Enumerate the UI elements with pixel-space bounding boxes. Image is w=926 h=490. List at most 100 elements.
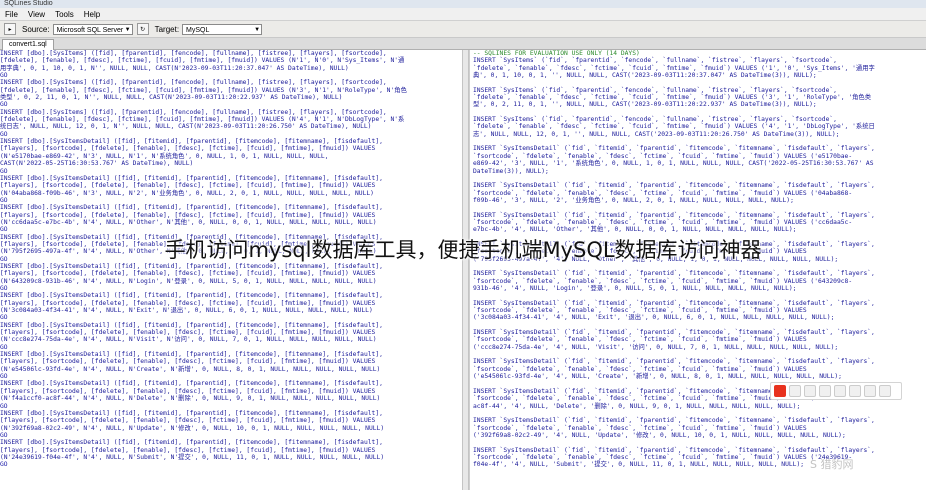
pane-splitter[interactable] — [462, 50, 469, 490]
code-line: 统日志', NULL, NULL, 12, 0, 1, N'', NULL, N… — [0, 123, 372, 131]
code-line: [fdelete], [fenable], [fdesc], [fctime],… — [0, 57, 405, 65]
code-line: `fdelete`, `fenable`, `fdesc`, `fctime`,… — [473, 64, 875, 72]
code-line: `fsortcode`, `fdelete`, `fenable`, `fdes… — [473, 336, 807, 344]
ime-toolbar[interactable] — [770, 382, 902, 400]
code-line: ('3c084a03-4f34-41', '4', NULL, 'Exit', … — [473, 314, 835, 322]
code-line: GO — [0, 343, 8, 351]
code-line: `fsortcode`, `fdelete`, `fenable`, `fdes… — [473, 189, 853, 197]
window-title-bar: SQLines Studio — [0, 0, 926, 8]
source-label: Source: — [22, 24, 50, 34]
code-line: INSERT `SysItemsDetail` (`fid`, `fitemid… — [473, 358, 875, 366]
code-line: GO — [0, 402, 8, 410]
code-line: (N'cc6daa5c-e7bc-4b', N'4', NULL, N'Othe… — [0, 218, 377, 226]
code-line: INSERT [dbo].[SysItems] ([fid], [fparent… — [0, 79, 387, 87]
chevron-down-icon: ▼ — [254, 26, 261, 33]
code-line: INSERT `SysItemsDetail` (`fid`, `fitemid… — [473, 211, 875, 219]
source-dialect-select[interactable]: Microsoft SQL Server ▼ — [52, 23, 133, 35]
code-line: INSERT [dbo].[SysItemsDetail] ([fid], [f… — [0, 321, 383, 329]
emoji-icon[interactable] — [819, 385, 831, 397]
code-line: GO — [0, 130, 8, 138]
code-line: ('392f69a8-02c2-49', '4', NULL, 'Update'… — [473, 431, 846, 439]
target-editor[interactable]: -- SQLINES FOR EVALUATION USE ONLY (14 D… — [469, 50, 926, 490]
sogou-logo-icon — [774, 385, 786, 397]
code-line: ('795f2695-497a-4f', '4', NULL, 'Other',… — [473, 255, 839, 263]
code-line: f09b-46', '3', NULL, '2', '业务角色', 0, NUL… — [473, 196, 794, 204]
voice-icon[interactable] — [834, 385, 846, 397]
menu-view[interactable]: View — [23, 10, 50, 19]
code-line: (N'3c084a03-4f34-41', N'4', NULL, N'Exit… — [0, 307, 373, 315]
target-dialect-select[interactable]: MySQL ▼ — [182, 23, 263, 35]
code-line: INSERT [dbo].[SysItemsDetail] ([fid], [f… — [0, 439, 383, 447]
menu-help[interactable]: Help — [79, 10, 105, 19]
convert-icon[interactable]: ↻ — [136, 23, 149, 35]
code-line: ('ccc8e274-75da-4e', '4', NULL, 'Visit',… — [473, 343, 839, 351]
code-line: f04e-4f', '4', NULL, 'Submit', '提交', 0, … — [473, 461, 805, 469]
skin-icon[interactable] — [864, 385, 876, 397]
chinese-mode-icon[interactable] — [789, 385, 801, 397]
code-line: [flayers], [fsortcode], [fdelete], [fena… — [0, 211, 376, 219]
code-line: INSERT `SysItems` (`fid`, `fparentid`, `… — [473, 86, 837, 94]
file-tab-bar: convert1.sql — [0, 38, 926, 50]
open-file-icon[interactable]: ▸ — [4, 23, 16, 35]
code-line: INSERT `SysItemsDetail` (`fid`, `fitemid… — [473, 446, 875, 454]
code-line: INSERT [dbo].[SysItemsDetail] ([fid], [f… — [0, 292, 383, 300]
code-line: [flayers], [fsortcode], [fdelete], [fena… — [0, 358, 376, 366]
source-dialect-value: Microsoft SQL Server — [56, 26, 124, 34]
tab-convert1-sql[interactable]: convert1.sql — [2, 39, 54, 50]
code-line: e7bc-4b', '4', NULL, 'Other', '其他', 0, N… — [473, 226, 797, 234]
code-line: [fdelete], [fenable], [fdesc], [fctime],… — [0, 86, 407, 94]
tools-icon[interactable] — [879, 385, 891, 397]
code-line: GO — [0, 255, 8, 263]
menu-file[interactable]: File — [0, 10, 23, 19]
chevron-down-icon: ▼ — [124, 26, 131, 33]
code-line: INSERT [dbo].[SysItemsDetail] ([fid], [f… — [0, 409, 383, 417]
code-line: 类型', 0, 2, 11, 0, 1, N'', NULL, NULL, CA… — [0, 94, 343, 102]
code-line: 型', 0, 2, 11, 0, 1, '', NULL, NULL, CAST… — [473, 101, 817, 109]
code-line: INSERT [dbo].[SysItemsDetail] ([fid], [f… — [0, 174, 383, 182]
code-line: (N'04aba868-f09b-46', N'3', NULL, N'2', … — [0, 189, 374, 197]
code-line: (N'ccc8e274-75da-4e', N'4', NULL, N'Visi… — [0, 336, 377, 344]
code-line: GO — [0, 285, 8, 292]
code-line: (N'e54506lc-93fd-4e', N'4', NULL, N'Crea… — [0, 365, 381, 373]
toolbar: ▸ Source: Microsoft SQL Server ▼ ↻ Targe… — [0, 21, 926, 38]
code-line: (N'795f2695-497a-4f', N'4', NULL, N'Othe… — [0, 248, 377, 256]
code-line: `fdelete`, `fenable`, `fdesc`, `fctime`,… — [473, 123, 875, 131]
code-line: INSERT `SysItemsDetail` (`fid`, `fitemid… — [473, 299, 875, 307]
code-line: `fsortcode`, `fdelete`, `fenable`, `fdes… — [473, 248, 807, 256]
menu-bar: File View Tools Help — [0, 8, 926, 21]
code-line: INSERT `SysItemsDetail` (`fid`, `fitemid… — [473, 182, 875, 190]
code-line: 用字典', 0, 1, 10, 0, 1, N'', NULL, NULL, C… — [0, 64, 349, 72]
code-line: INSERT [dbo].[SysItemsDetail] ([fid], [f… — [0, 380, 383, 388]
code-line: GO — [0, 101, 8, 109]
code-line: (N'643209c8-931b-46', N'4', NULL, N'Logi… — [0, 277, 377, 285]
code-line: INSERT [dbo].[SysItemsDetail] ([fid], [f… — [0, 204, 383, 212]
code-line: INSERT `SysItemsDetail` (`fid`, `fitemid… — [473, 417, 875, 425]
code-line: `fsortcode`, `fdelete`, `fenable`, `fdes… — [473, 424, 807, 432]
keyboard-icon[interactable] — [849, 385, 861, 397]
window-title: SQLines Studio — [4, 0, 53, 7]
code-line: 典', 0, 1, 10, 0, 1, '', NULL, NULL, CAST… — [473, 72, 817, 80]
code-line: INSERT `SysItemsDetail` (`fid`, `fitemid… — [473, 145, 875, 153]
code-line: GO — [0, 461, 8, 469]
target-dialect-value: MySQL — [186, 26, 210, 34]
menu-tools[interactable]: Tools — [50, 10, 79, 19]
code-line: (N'392f69a8-02c2-49', N'4', NULL, N'Upda… — [0, 424, 385, 432]
punctuation-icon[interactable] — [804, 385, 816, 397]
code-line: (N'e5170bae-e869-42', N'3', NULL, N'1', … — [0, 152, 329, 160]
code-line: ac8f-44', '4', NULL, 'Delete', '删除', 0, … — [473, 402, 801, 410]
target-label: Target: — [154, 24, 180, 34]
code-line: GO — [0, 226, 8, 234]
code-line: [flayers], [fsortcode], [fdelete], [fena… — [0, 270, 376, 278]
code-line: INSERT [dbo].[SysItemsDetail] ([fid], [f… — [0, 138, 383, 146]
code-line: GO — [0, 314, 8, 322]
code-line: [flayers], [fsortcode], [fdelete], [fena… — [0, 417, 376, 425]
source-editor[interactable]: INSERT [dbo].[SysItems] ([fid], [fparent… — [0, 50, 462, 490]
code-line: DateTime(3)), NULL); — [473, 167, 549, 175]
code-line: ('e54506lc-93fd-4e', '4', NULL, 'Create'… — [473, 373, 842, 381]
